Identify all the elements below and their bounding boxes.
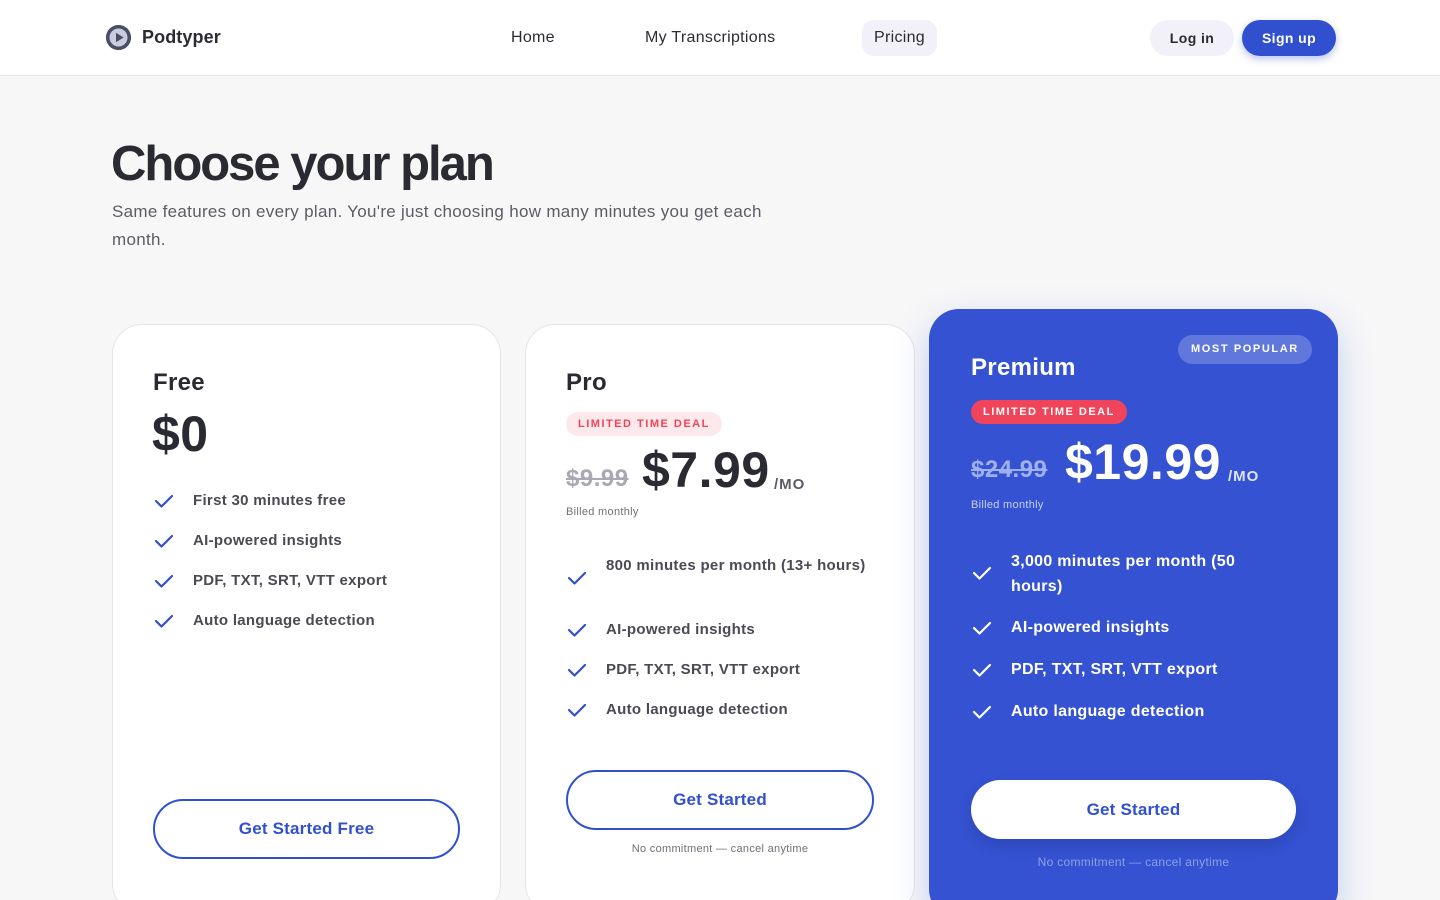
feature-text: PDF, TXT, SRT, VTT export: [1011, 661, 1218, 678]
feature-text: AI-powered insights: [1011, 619, 1170, 636]
check-icon: [153, 613, 175, 629]
feature-item: Auto language detection: [566, 698, 788, 722]
cancel-note: No commitment — cancel anytime: [631, 843, 809, 855]
feature-text: AI-powered insights: [193, 532, 343, 549]
feature-item: PDF, TXT, SRT, VTT export: [566, 658, 800, 682]
page-title: Choose your plan: [111, 137, 495, 191]
plan-card-pro: Pro LIMITED TIME DEAL $9.99 $7.99 /MO Bi…: [525, 324, 915, 900]
check-icon: [566, 662, 588, 678]
check-icon: [566, 570, 588, 586]
price-period: /MO: [1228, 468, 1260, 485]
check-icon: [566, 702, 588, 718]
plan-name: Free: [153, 369, 205, 396]
brand-name: Podtyper: [142, 27, 221, 47]
nav-pricing[interactable]: Pricing: [862, 20, 938, 56]
play-circle-icon: [106, 25, 131, 50]
feature-item: AI-powered insights: [971, 616, 1170, 640]
feature-item: Auto language detection: [971, 700, 1205, 724]
feature-item: 3,000 minutes per month (50 hours): [971, 549, 1271, 599]
feature-text: PDF, TXT, SRT, VTT export: [606, 661, 801, 678]
old-price: $9.99: [566, 465, 629, 492]
most-popular-badge: MOST POPULAR: [1178, 335, 1312, 364]
check-icon: [153, 573, 175, 589]
check-icon: [971, 662, 993, 678]
plan-price: $7.99: [642, 442, 770, 498]
top-navbar: Podtyper Home My Transcriptions Pricing …: [0, 0, 1440, 76]
get-started-free-button[interactable]: Get Started Free: [153, 799, 460, 859]
nav-home[interactable]: Home: [499, 20, 567, 56]
billing-note: Billed monthly: [971, 499, 1044, 511]
feature-text: Auto language detection: [606, 701, 788, 718]
check-icon: [153, 533, 175, 549]
check-icon: [971, 704, 993, 720]
plan-card-free: Free $0 First 30 minutes free AI-powered…: [112, 324, 501, 900]
cancel-note: No commitment — cancel anytime: [1037, 855, 1230, 869]
feature-text: AI-powered insights: [606, 621, 756, 638]
plan-card-premium: MOST POPULAR Premium LIMITED TIME DEAL $…: [929, 309, 1338, 900]
nav-my-transcriptions[interactable]: My Transcriptions: [633, 20, 787, 56]
feature-item: 800 minutes per month (13+ hours): [566, 554, 866, 586]
signup-button[interactable]: Sign up: [1242, 20, 1336, 56]
feature-item: PDF, TXT, SRT, VTT export: [971, 658, 1218, 682]
feature-text: PDF, TXT, SRT, VTT export: [193, 572, 388, 589]
login-button[interactable]: Log in: [1150, 20, 1234, 56]
plan-price: $19.99: [1065, 434, 1221, 490]
page-subtitle: Same features on every plan. You're just…: [112, 202, 762, 249]
price-period: /MO: [774, 476, 806, 493]
old-price: $24.99: [971, 456, 1048, 483]
plan-name: Pro: [566, 369, 607, 396]
billing-note: Billed monthly: [566, 506, 639, 518]
check-icon: [566, 622, 588, 638]
plan-price: $0: [152, 406, 209, 462]
feature-item: Auto language detection: [153, 609, 375, 633]
feature-text: 3,000 minutes per month (50 hours): [1011, 553, 1236, 595]
feature-item: First 30 minutes free: [153, 489, 346, 513]
get-started-premium-button[interactable]: Get Started: [971, 780, 1296, 839]
brand-logo-link[interactable]: Podtyper: [106, 25, 221, 50]
check-icon: [971, 620, 993, 636]
feature-item: AI-powered insights: [153, 529, 342, 553]
check-icon: [971, 565, 993, 581]
check-icon: [153, 493, 175, 509]
feature-text: 800 minutes per month (13+ hours): [606, 557, 866, 574]
plan-name: Premium: [971, 354, 1076, 381]
feature-text: First 30 minutes free: [193, 492, 347, 509]
feature-text: Auto language detection: [193, 612, 375, 629]
feature-text: Auto language detection: [1011, 703, 1205, 720]
deal-badge: LIMITED TIME DEAL: [566, 412, 722, 436]
feature-item: PDF, TXT, SRT, VTT export: [153, 569, 387, 593]
get-started-pro-button[interactable]: Get Started: [566, 770, 874, 830]
deal-badge: LIMITED TIME DEAL: [971, 400, 1127, 424]
feature-item: AI-powered insights: [566, 618, 755, 642]
